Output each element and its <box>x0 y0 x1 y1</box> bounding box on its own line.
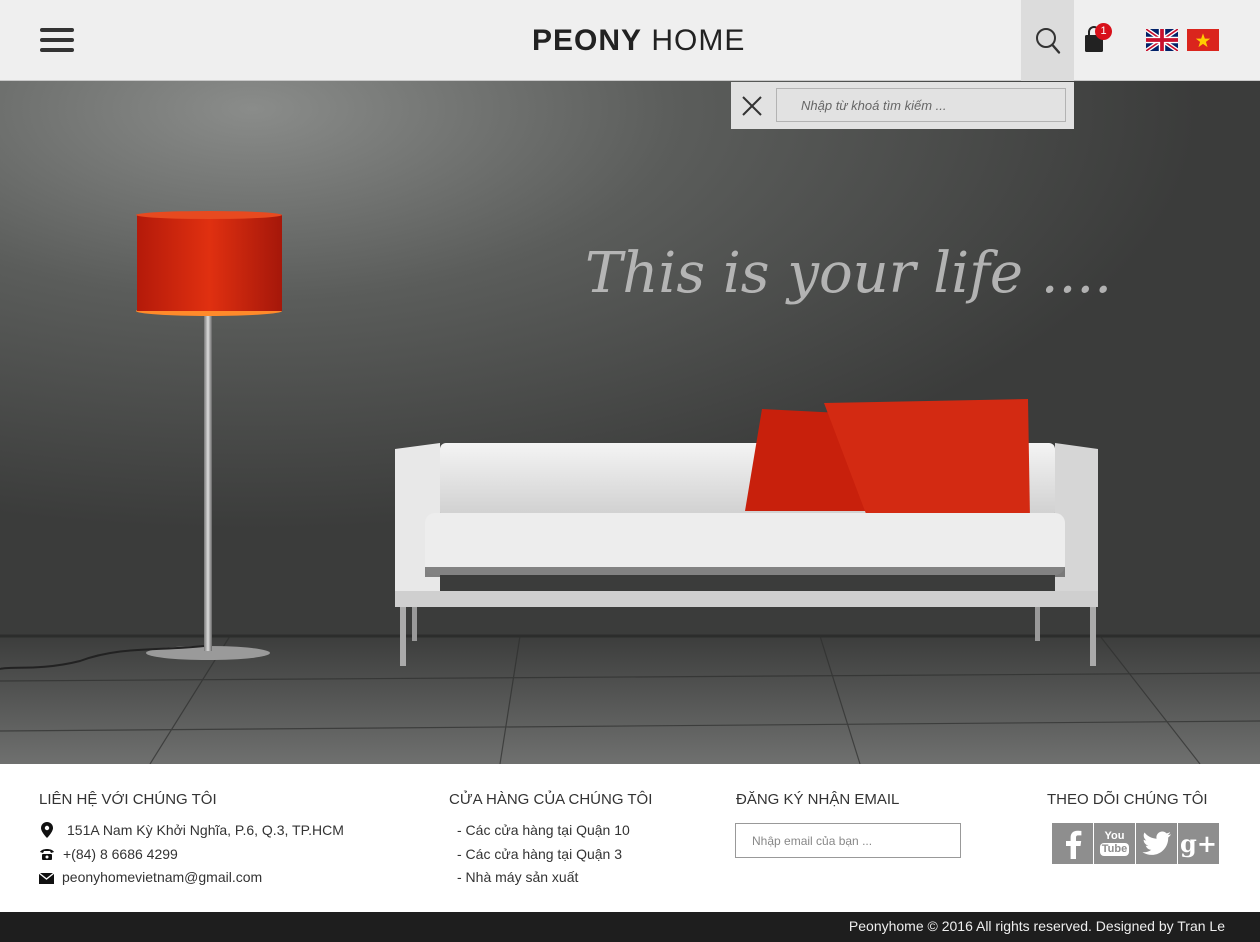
cart-count-badge: 1 <box>1095 23 1112 40</box>
youtube-icon: You Tube <box>1099 830 1130 856</box>
twitter-icon <box>1142 831 1171 855</box>
hero-tagline: This is your life .... <box>585 241 1112 306</box>
phone-icon <box>40 849 54 860</box>
search-toggle-button[interactable] <box>1021 0 1074 81</box>
newsletter-title: ĐĂNG KÝ NHẬN EMAIL <box>736 791 900 808</box>
map-pin-icon <box>41 822 53 838</box>
youtube-you-text: You <box>1104 830 1125 842</box>
site-logo[interactable]: PEONY HOME <box>532 24 745 58</box>
google-plus-icon: g+ <box>1180 829 1217 858</box>
stores-title: CỬA HÀNG CỦA CHÚNG TÔI <box>449 791 653 808</box>
youtube-button[interactable]: You Tube <box>1094 823 1135 864</box>
search-panel <box>731 82 1074 129</box>
store-link-district-3[interactable]: - Các cửa hàng tại Quận 3 <box>457 846 622 862</box>
menu-icon[interactable] <box>40 28 74 54</box>
newsletter-email-input[interactable] <box>735 823 961 858</box>
close-icon[interactable] <box>739 93 765 119</box>
copyright-bar: Peonyhome © 2016 All rights reserved. De… <box>0 912 1260 942</box>
cart-button[interactable]: 1 <box>1082 23 1118 58</box>
logo-light-text: HOME <box>651 24 746 57</box>
hero-banner: This is your life .... <box>0 81 1260 764</box>
copyright-text: Peonyhome © 2016 All rights reserved. De… <box>848 918 1225 934</box>
english-flag-icon[interactable] <box>1146 29 1178 51</box>
envelope-icon <box>39 873 54 884</box>
search-input[interactable] <box>776 88 1066 122</box>
twitter-button[interactable] <box>1136 823 1177 864</box>
search-icon <box>1035 27 1060 54</box>
follow-title: THEO DÕI CHÚNG TÔI <box>1047 791 1208 808</box>
logo-bold-text: PEONY <box>532 24 643 57</box>
google-plus-button[interactable]: g+ <box>1178 823 1219 864</box>
store-link-district-10[interactable]: - Các cửa hàng tại Quận 10 <box>457 822 630 838</box>
site-footer: LIÊN HỆ VỚI CHÚNG TÔI 151A Nam Kỳ Khởi N… <box>0 764 1260 912</box>
contact-address: 151A Nam Kỳ Khởi Nghĩa, P.6, Q.3, TP.HCM <box>67 822 344 838</box>
facebook-button[interactable] <box>1052 823 1093 864</box>
hero-image <box>0 81 1260 764</box>
youtube-tube-text: Tube <box>1099 843 1130 856</box>
vietnamese-flag-icon[interactable] <box>1187 29 1219 51</box>
contact-title: LIÊN HỆ VỚI CHÚNG TÔI <box>39 791 217 808</box>
site-header: PEONY HOME 1 <box>0 0 1260 81</box>
store-link-factory[interactable]: - Nhà máy sản xuất <box>457 869 578 885</box>
contact-email[interactable]: peonyhomevietnam@gmail.com <box>62 869 262 885</box>
facebook-icon <box>1065 830 1081 859</box>
contact-phone: +(84) 8 6686 4299 <box>63 846 178 862</box>
